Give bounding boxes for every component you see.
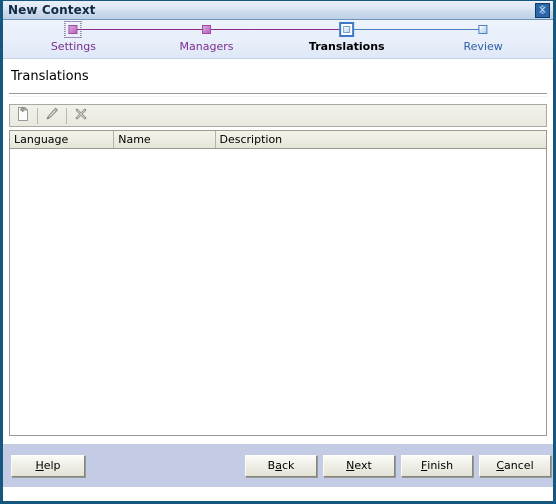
wizard-step-strip: Settings Managers Translations Review — [3, 20, 553, 59]
toolbar-separator — [66, 107, 67, 124]
wizard-step-translations[interactable]: Translations — [309, 20, 385, 54]
delete-x-icon — [73, 106, 89, 125]
title-bar: New Context — [3, 1, 553, 20]
next-button[interactable]: Next — [323, 454, 395, 477]
wizard-step-settings[interactable]: Settings — [51, 20, 96, 54]
content-pane: Translations Language Name Description — [3, 59, 553, 443]
translations-toolbar — [9, 104, 547, 127]
step-label: Managers — [179, 40, 234, 53]
delete-translation-button[interactable] — [70, 106, 92, 126]
page-title: Translations — [11, 69, 89, 84]
step-marker — [201, 25, 211, 34]
step-marker-inner — [343, 26, 351, 33]
toolbar-separator — [37, 107, 38, 124]
table-body[interactable] — [10, 149, 546, 435]
step-label: Settings — [50, 40, 96, 53]
window-title: New Context — [8, 3, 96, 17]
new-page-icon — [15, 106, 31, 125]
edit-translation-button[interactable] — [41, 106, 63, 126]
step-focus-ring — [64, 21, 82, 38]
wizard-step-review[interactable]: Review — [464, 20, 503, 54]
wizard-step-managers[interactable]: Managers — [179, 20, 234, 54]
dialog-footer: Help Ba ck Next Finish Cancel — [3, 443, 553, 487]
section-divider — [9, 93, 547, 97]
pencil-icon — [44, 106, 60, 125]
step-marker — [478, 25, 488, 34]
step-label: Review — [463, 40, 503, 53]
table-column-header[interactable]: Name — [114, 131, 216, 148]
step-label: Translations — [308, 40, 385, 53]
close-icon — [537, 5, 548, 16]
cancel-button[interactable]: Cancel — [479, 454, 551, 477]
step-marker — [68, 25, 78, 34]
table-header-row: Language Name Description — [10, 131, 546, 149]
table-column-header[interactable]: Language — [10, 131, 115, 148]
translations-table: Language Name Description — [9, 130, 547, 436]
close-button[interactable] — [535, 3, 550, 18]
step-marker — [339, 22, 355, 37]
finish-button[interactable]: Finish — [401, 454, 473, 477]
new-context-dialog: New Context Settings Managers Translations… — [0, 0, 556, 504]
table-column-header[interactable]: Description — [216, 131, 547, 148]
help-button[interactable]: Help — [11, 454, 85, 477]
new-translation-button[interactable] — [12, 106, 34, 126]
back-button[interactable]: Ba ck — [245, 454, 317, 477]
